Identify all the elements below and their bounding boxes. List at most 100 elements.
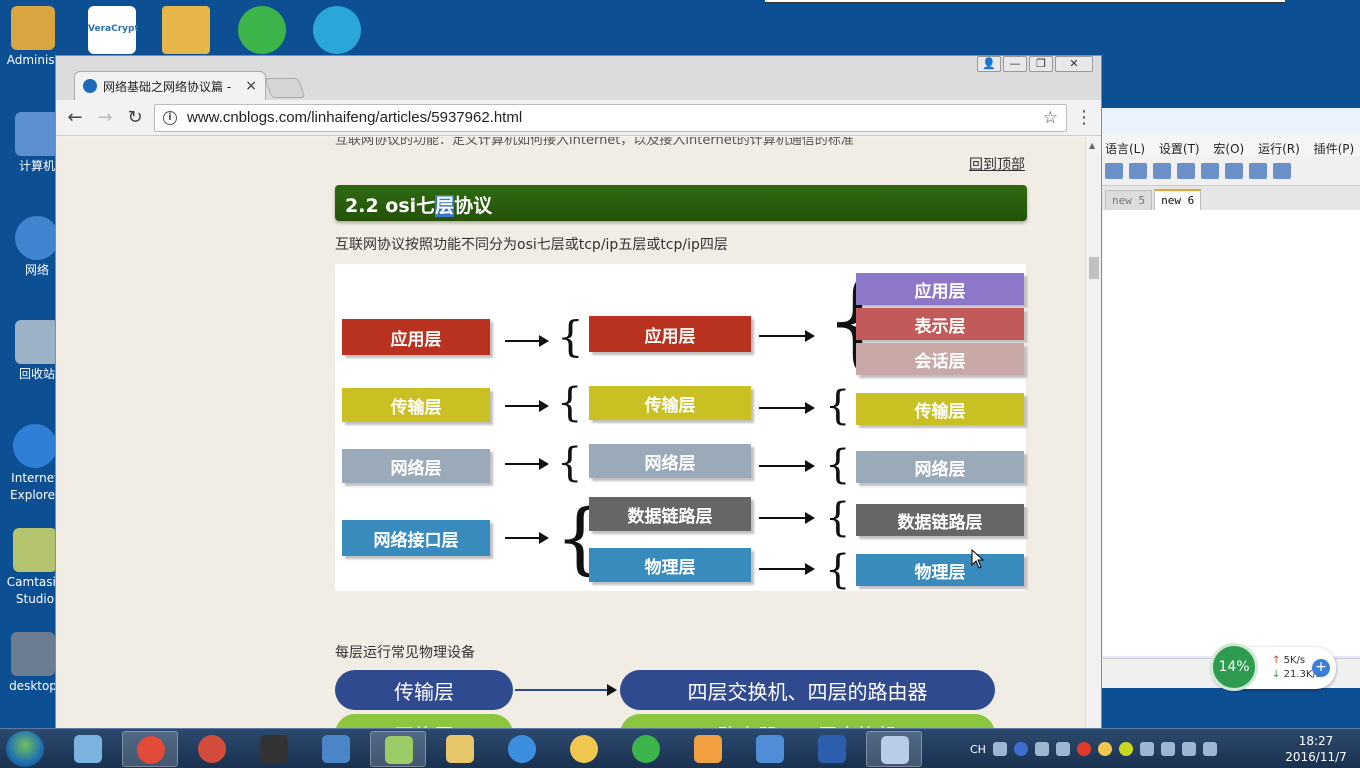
record-icon[interactable] <box>1076 742 1091 756</box>
notepadpp-window[interactable]: 语言(L) 设置(T) 宏(O) 运行(R) 插件(P) new 5 new 6 <box>1100 108 1360 688</box>
back-to-top-link[interactable]: 回到顶部 <box>969 154 1025 174</box>
tab-new-5[interactable]: new 5 <box>1105 190 1153 210</box>
ie-green-icon[interactable] <box>238 6 286 54</box>
scrollbar-thumb[interactable] <box>1089 257 1099 279</box>
taskbar-app-shell[interactable] <box>184 731 240 767</box>
site-info-icon[interactable]: i <box>163 110 177 125</box>
folder-icon[interactable] <box>162 6 210 54</box>
notepadpp-tabs: new 5 new 6 <box>1101 186 1360 210</box>
volume-icon[interactable] <box>1202 742 1217 756</box>
taskbar-app-vm[interactable] <box>742 731 798 767</box>
scroll-up-icon[interactable]: ▲ <box>1089 141 1095 150</box>
tcpip4-network-layer: 网络层 <box>342 449 490 483</box>
menu-macro[interactable]: 宏(O) <box>1213 142 1244 156</box>
keyboard-icon[interactable] <box>992 742 1007 756</box>
tray-monitor-icon[interactable] <box>1181 742 1196 756</box>
reload-icon[interactable]: ↻ <box>124 107 146 128</box>
menu-language[interactable]: 语言(L) <box>1105 142 1145 156</box>
system-clock[interactable]: 18:27 2016/11/7 <box>1285 733 1347 765</box>
user-folder-icon <box>11 6 55 50</box>
chrome-menu-icon[interactable]: ⋮ <box>1075 107 1093 128</box>
palette-icon <box>570 735 598 763</box>
start-button[interactable] <box>6 731 44 767</box>
taskbar-app-package[interactable] <box>680 731 736 767</box>
film-reel-icon[interactable] <box>313 6 361 54</box>
url-text[interactable]: www.cnblogs.com/linhaifeng/articles/5937… <box>187 109 1043 126</box>
brace-icon: { <box>825 547 851 593</box>
network-speed-widget[interactable]: 14% ↑ 5K/s ↓ 21.3K/s + <box>1210 643 1336 691</box>
replace-icon[interactable] <box>1129 162 1147 179</box>
notepadpp-menu: 语言(L) 设置(T) 宏(O) 运行(R) 插件(P) <box>1101 134 1360 156</box>
browser-tab[interactable]: 网络基础之网络协议篇 - × <box>74 71 266 100</box>
tcpip5-network-layer: 网络层 <box>589 444 751 478</box>
taskbar-app-ie[interactable] <box>494 731 550 767</box>
devices-diagram: 传输层 四层交换机、四层的路由器 网络层 路由器、三层交换机 <box>335 670 1005 729</box>
address-bar[interactable]: i www.cnblogs.com/linhaifeng/articles/59… <box>154 103 1067 132</box>
page-content[interactable]: 互联网协议的功能：定义计算机如何接入internet，以及接入internet的… <box>56 137 1086 729</box>
browser-toolbar: ← → ↻ i www.cnblogs.com/linhaifeng/artic… <box>56 100 1101 136</box>
taskbar-app-explorer[interactable] <box>432 731 488 767</box>
computer-icon <box>15 112 59 156</box>
desktop-icon-administrator[interactable]: Administ <box>4 6 62 69</box>
speaker-icon[interactable] <box>1139 742 1154 756</box>
taskbar-app-word[interactable] <box>804 731 860 767</box>
page-scrollbar[interactable]: ▲ <box>1085 137 1101 729</box>
new-tab-button[interactable] <box>264 78 306 98</box>
tab-close-icon[interactable]: × <box>245 78 257 94</box>
tray-app-icon[interactable] <box>1055 742 1070 756</box>
window-app-icon <box>322 735 350 763</box>
menu-plugins[interactable]: 插件(P) <box>1314 142 1355 156</box>
minimize-button[interactable]: — <box>1003 56 1027 72</box>
tray-palette-icon[interactable] <box>1097 742 1112 756</box>
paragraph-icon[interactable] <box>1273 162 1291 179</box>
clock-date: 2016/11/7 <box>1285 750 1347 764</box>
chrome-window[interactable]: 网络基础之网络协议篇 - × 👤 — ❐ ✕ ← → ↻ i www.cnblo… <box>55 55 1102 729</box>
veracrypt-icon[interactable]: VeraCrypt <box>88 6 139 54</box>
notepadpp-editor[interactable] <box>1103 210 1360 680</box>
tray-plus-icon[interactable] <box>1118 742 1133 756</box>
taskbar-app-camera[interactable] <box>246 731 302 767</box>
word-icon <box>818 735 846 763</box>
brace-icon: { <box>557 440 583 486</box>
taskbar-app-chrome[interactable] <box>122 731 178 767</box>
memory-percent[interactable]: 14% <box>1210 643 1258 691</box>
taskbar-app-snipping[interactable] <box>60 731 116 767</box>
back-arrow-icon[interactable]: ← <box>64 107 86 128</box>
forward-arrow-icon[interactable]: → <box>94 107 116 128</box>
accelerate-plus-icon[interactable]: + <box>1312 659 1330 677</box>
device-layer-transport: 传输层 <box>335 670 513 710</box>
notepadpp-icon <box>385 736 413 764</box>
taskbar-app-browser-green[interactable] <box>618 731 674 767</box>
close-window-button[interactable]: ✕ <box>1055 56 1093 72</box>
notepadpp-titlebar <box>1101 108 1360 134</box>
maximize-button[interactable]: ❐ <box>1029 56 1053 72</box>
taskbar-app-notepadpp[interactable] <box>370 731 426 767</box>
profile-button[interactable]: 👤 <box>977 56 1001 72</box>
menu-settings[interactable]: 设置(T) <box>1159 142 1200 156</box>
tcpip4-transport-layer: 传输层 <box>342 388 490 422</box>
zoom-in-icon[interactable] <box>1153 162 1171 179</box>
desktop-icon-desktop[interactable]: desktop <box>4 632 62 695</box>
help-icon[interactable] <box>1013 742 1028 756</box>
heading-selected-text: 层 <box>435 195 455 217</box>
osi-application-layer: 应用层 <box>856 273 1024 305</box>
taskbar-app-paint2[interactable] <box>866 731 922 767</box>
tray-settings-icon[interactable] <box>1034 742 1049 756</box>
notepadpp-toolbar <box>1101 156 1360 186</box>
taskbar-app-window[interactable] <box>308 731 364 767</box>
wrap-icon[interactable] <box>1225 162 1243 179</box>
device-transport: 四层交换机、四层的路由器 <box>620 670 995 710</box>
find-icon[interactable] <box>1105 162 1123 179</box>
snipping-tool-icon <box>74 735 102 763</box>
tab-new-6[interactable]: new 6 <box>1154 189 1202 210</box>
bookmark-star-icon[interactable]: ☆ <box>1043 108 1058 128</box>
clock-time: 18:27 <box>1298 734 1334 748</box>
heading-text-post: 协议 <box>454 195 493 217</box>
sync-icon[interactable] <box>1201 162 1219 179</box>
menu-run[interactable]: 运行(R) <box>1258 142 1300 156</box>
tray-network-icon[interactable] <box>1160 742 1175 756</box>
zoom-out-icon[interactable] <box>1177 162 1195 179</box>
input-language[interactable]: CH <box>970 743 986 756</box>
taskbar-app-paint[interactable] <box>556 731 612 767</box>
indent-icon[interactable] <box>1249 162 1267 179</box>
